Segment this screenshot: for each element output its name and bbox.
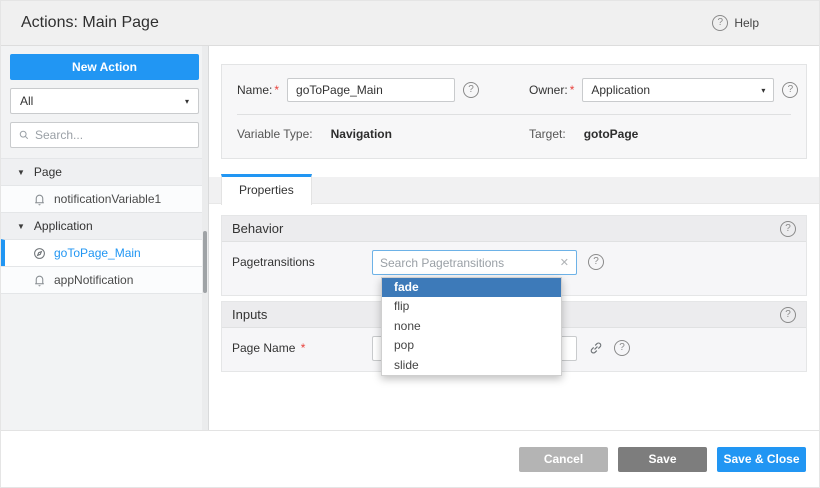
filter-value: All — [20, 94, 33, 108]
required-asterisk: * — [301, 341, 306, 355]
notification-icon — [33, 193, 46, 206]
new-action-button[interactable]: New Action — [10, 54, 199, 80]
target-value: gotoPage — [584, 127, 639, 141]
footer-bar: Cancel Save Save & Close — [1, 430, 819, 487]
save-button[interactable]: Save — [618, 447, 707, 472]
caret-down-icon: ▾ — [761, 86, 765, 95]
sidebar: New Action All ▾ ▼ Page notificationVar — [1, 46, 209, 430]
name-input[interactable] — [287, 78, 455, 102]
actions-dialog: Actions: Main Page ? Help New Action All… — [0, 0, 820, 488]
page-name-help-icon[interactable]: ? — [614, 340, 630, 356]
main-panel: Name:* ? Owner:* Application ▾ ? — [209, 46, 819, 430]
dropdown-option-pop[interactable]: pop — [382, 336, 561, 355]
tree-item-appnotification[interactable]: appNotification — [1, 266, 208, 293]
dropdown-option-slide[interactable]: slide — [382, 356, 561, 375]
pagetransitions-help-icon[interactable]: ? — [588, 254, 604, 270]
owner-select[interactable]: Application ▾ — [582, 78, 774, 102]
inputs-title: Inputs — [232, 307, 267, 322]
required-asterisk: * — [274, 83, 279, 97]
pagetransitions-combobox: ✕ — [372, 250, 577, 275]
tab-properties[interactable]: Properties — [221, 174, 312, 205]
cancel-button[interactable]: Cancel — [519, 447, 608, 472]
owner-label: Owner:* — [529, 83, 574, 97]
navigation-icon — [33, 247, 46, 260]
dropdown-option-flip[interactable]: flip — [382, 297, 561, 316]
owner-help-icon[interactable]: ? — [782, 82, 798, 98]
pagetransitions-label: Pagetransitions — [232, 250, 372, 275]
sidebar-scrollbar-thumb[interactable] — [203, 231, 207, 293]
name-label: Name:* — [237, 83, 279, 97]
dialog-body: New Action All ▾ ▼ Page notificationVar — [1, 46, 819, 430]
sidebar-controls: New Action All ▾ — [1, 54, 208, 148]
tree-item-gotopage-main[interactable]: goToPage_Main — [1, 239, 208, 266]
help-icon: ? — [712, 15, 728, 31]
page-title: Actions: Main Page — [21, 14, 159, 32]
inputs-help-icon[interactable]: ? — [780, 307, 796, 323]
dropdown-option-none[interactable]: none — [382, 317, 561, 336]
link-icon[interactable] — [589, 341, 603, 355]
search-icon — [19, 129, 29, 141]
page-name-label: Page Name * — [232, 336, 372, 361]
pagetransitions-dropdown: fade flip none pop slide — [381, 277, 562, 376]
variable-type-label: Variable Type: — [237, 127, 313, 141]
dropdown-option-fade[interactable]: fade — [382, 278, 561, 297]
collapse-triangle-icon: ▼ — [17, 222, 25, 231]
sidebar-search-input[interactable] — [35, 128, 190, 142]
behavior-title: Behavior — [232, 221, 283, 236]
tree-group-application[interactable]: ▼ Application — [1, 212, 208, 239]
action-summary-card: Name:* ? Owner:* Application ▾ ? — [221, 64, 807, 159]
behavior-header: Behavior ? — [222, 216, 806, 242]
tree-item-notificationvariable1[interactable]: notificationVariable1 — [1, 185, 208, 212]
notification-icon — [33, 274, 46, 287]
help-label: Help — [734, 16, 759, 30]
clear-icon[interactable]: ✕ — [560, 256, 569, 269]
tree-group-page[interactable]: ▼ Page — [1, 158, 208, 185]
target-label: Target: — [529, 127, 566, 141]
caret-down-icon: ▾ — [185, 97, 189, 106]
help-button[interactable]: ? Help — [712, 15, 759, 31]
behavior-help-icon[interactable]: ? — [780, 221, 796, 237]
name-help-icon[interactable]: ? — [463, 82, 479, 98]
filter-select[interactable]: All ▾ — [10, 88, 199, 114]
required-asterisk: * — [570, 83, 575, 97]
action-tree: ▼ Page notificationVariable1 ▼ Applicati… — [1, 158, 208, 294]
sidebar-search — [10, 122, 199, 148]
collapse-triangle-icon: ▼ — [17, 168, 25, 177]
sidebar-scrollbar-track[interactable] — [202, 46, 208, 430]
variable-type-value: Navigation — [331, 127, 392, 141]
pagetransitions-search-input[interactable] — [380, 256, 556, 270]
tab-strip: Properties — [209, 177, 819, 204]
card-divider — [237, 114, 791, 115]
owner-value: Application — [591, 83, 650, 97]
header: Actions: Main Page ? Help — [1, 1, 819, 46]
save-and-close-button[interactable]: Save & Close — [717, 447, 806, 472]
tree-divider — [1, 293, 208, 294]
